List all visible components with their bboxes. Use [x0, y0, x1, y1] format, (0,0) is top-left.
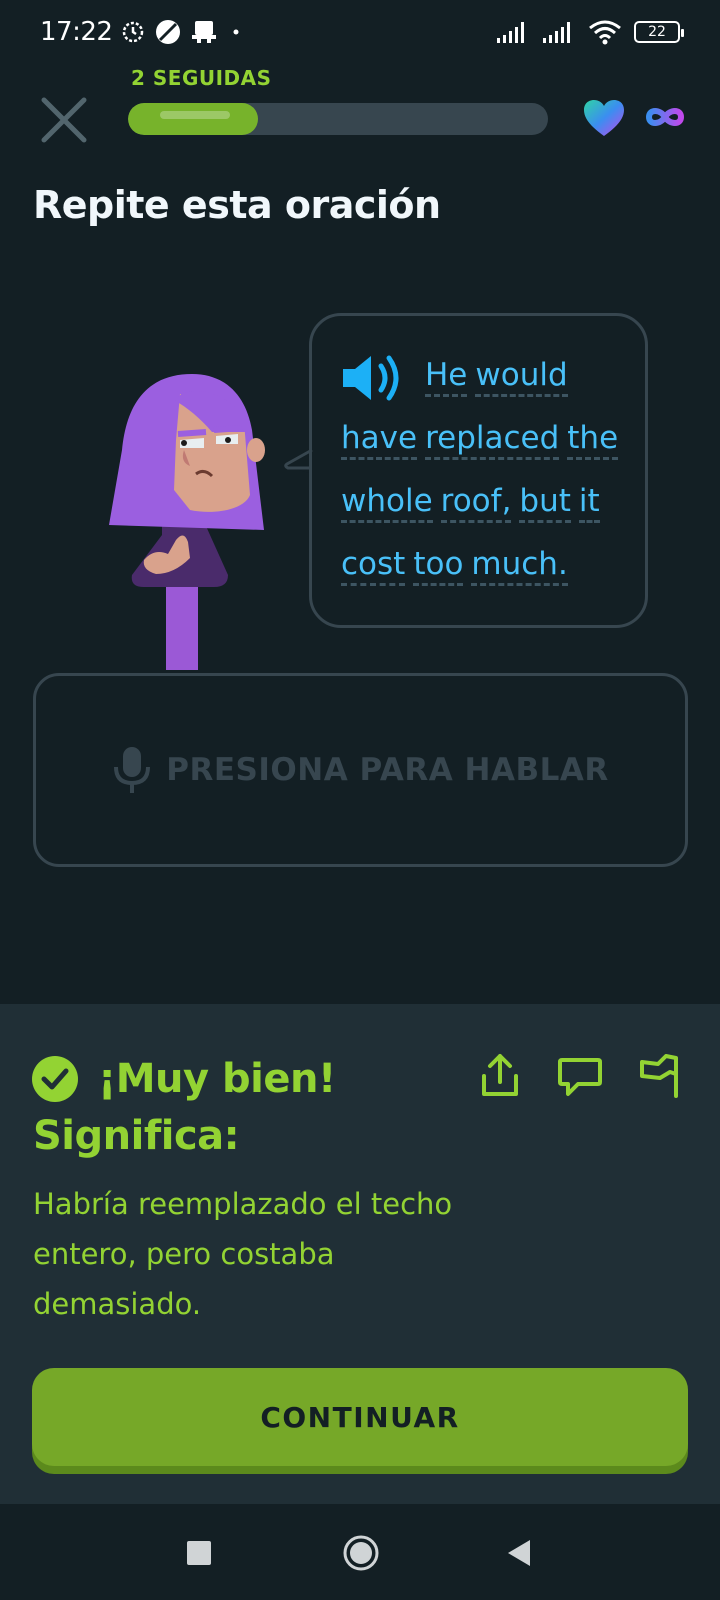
translation-text: Habría reemplazado el techo entero, pero…: [33, 1187, 453, 1321]
back-icon[interactable]: [506, 1538, 532, 1568]
feedback-subtitle: Significa:: [33, 1113, 240, 1159]
signal-icon: [497, 22, 524, 43]
word-token[interactable]: whole: [341, 484, 433, 524]
word-token[interactable]: cost: [341, 547, 406, 587]
continue-button[interactable]: CONTINUAR: [32, 1368, 688, 1466]
press-to-speak-button[interactable]: PRESIONA PARA HABLAR: [33, 673, 688, 867]
press-to-speak-label: PRESIONA PARA HABLAR: [166, 752, 609, 788]
speaker-icon[interactable]: [341, 353, 407, 403]
flag-icon[interactable]: [636, 1052, 684, 1100]
speech-bubble: He would have replaced the whole roof, b…: [309, 313, 648, 628]
lesson-progress-bar: [128, 103, 548, 135]
status-right: 22: [496, 19, 684, 45]
word-token[interactable]: would: [475, 358, 568, 398]
continue-label: CONTINUAR: [260, 1400, 460, 1434]
inbox-icon: [192, 21, 217, 43]
microphone-icon: [114, 747, 151, 793]
infinity-icon: [645, 108, 685, 126]
wifi-icon: [589, 20, 621, 45]
bubble-line: whole roof, but it: [341, 472, 629, 535]
home-icon[interactable]: [342, 1534, 380, 1572]
word-token[interactable]: have: [341, 421, 418, 461]
comment-icon[interactable]: [556, 1052, 604, 1100]
bubble-line: He would: [341, 346, 629, 409]
battery-icon: 22: [634, 21, 684, 43]
word-token[interactable]: too: [413, 547, 464, 587]
system-nav-bar: [0, 1504, 720, 1600]
word-token[interactable]: but: [519, 484, 571, 524]
feedback-actions: [476, 1052, 684, 1100]
alarm-icon: [123, 21, 144, 43]
word-token[interactable]: replaced: [425, 421, 560, 461]
share-icon[interactable]: [476, 1052, 524, 1100]
word-token[interactable]: roof,: [440, 484, 512, 524]
word-token[interactable]: He: [425, 358, 468, 398]
close-icon: [41, 97, 87, 143]
signal-icon: [543, 22, 570, 43]
dot-icon: [233, 29, 239, 35]
feedback-title-row: ¡Muy bien!: [32, 1056, 336, 1102]
feedback-panel: ¡Muy bien! Significa: Habría reemplazado…: [0, 1004, 720, 1504]
recents-icon[interactable]: [186, 1540, 212, 1566]
heart-icon[interactable]: [582, 98, 626, 138]
word-token[interactable]: much.: [471, 547, 568, 587]
status-bar: 17:22 22: [0, 0, 720, 64]
character-avatar: [109, 374, 265, 670]
close-button[interactable]: [36, 92, 92, 148]
dnd-icon: [156, 20, 181, 44]
word-token[interactable]: the: [567, 421, 619, 461]
status-time: 17:22: [40, 17, 113, 47]
check-circle-icon: [32, 1056, 78, 1102]
streak-label: 2 SEGUIDAS: [131, 66, 272, 90]
bubble-line: cost too much.: [341, 535, 629, 598]
progress-shine: [160, 111, 230, 119]
status-left: 17:22: [40, 17, 246, 47]
lesson-progress-fill: [128, 103, 259, 135]
word-token[interactable]: it: [578, 484, 600, 524]
battery-level: 22: [648, 24, 666, 40]
page-title: Repite esta oración: [33, 183, 441, 227]
bubble-line: have replaced the: [341, 409, 629, 472]
feedback-title: ¡Muy bien!: [98, 1056, 336, 1102]
